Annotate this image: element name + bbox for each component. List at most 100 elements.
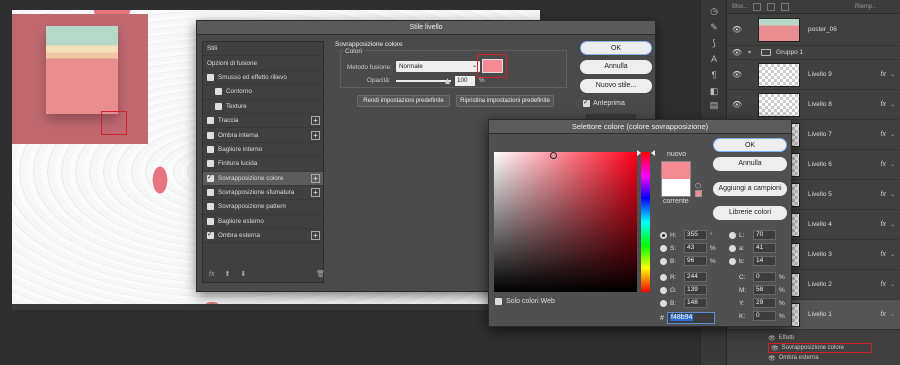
- color-field-input[interactable]: 43: [684, 243, 707, 253]
- layer-name[interactable]: Livello 4: [808, 221, 881, 228]
- chevron-down-icon[interactable]: ⌄: [890, 251, 895, 258]
- radio-button[interactable]: [660, 257, 667, 265]
- fx-icon[interactable]: fx: [881, 281, 886, 288]
- color-cursor[interactable]: [550, 152, 557, 159]
- chevron-down-icon[interactable]: ⌄: [890, 191, 895, 198]
- add-icon[interactable]: +: [311, 116, 320, 126]
- color-field-input[interactable]: 355: [684, 230, 707, 240]
- chevron-down-icon[interactable]: ⌄: [890, 281, 895, 288]
- style-item[interactable]: Opzioni di fusione: [203, 56, 323, 71]
- web-safe-swatch[interactable]: [695, 190, 702, 197]
- hue-slider[interactable]: [641, 152, 650, 292]
- checkbox-icon[interactable]: [495, 298, 502, 305]
- add-icon[interactable]: +: [311, 188, 320, 198]
- color-field-input[interactable]: 139: [684, 285, 707, 295]
- style-item[interactable]: Smusso ed effetto rilievo: [203, 71, 323, 86]
- saturation-brightness-field[interactable]: [494, 152, 637, 292]
- eye-icon[interactable]: 👁: [728, 48, 746, 57]
- checkbox-icon[interactable]: [207, 73, 214, 81]
- eye-icon[interactable]: 👁: [728, 100, 746, 109]
- hue-slider-handle-right[interactable]: [651, 150, 655, 156]
- radio-button[interactable]: [729, 257, 736, 265]
- style-item[interactable]: Bagliore esterno: [203, 215, 323, 230]
- layer-row[interactable]: 👁 poster_06: [728, 14, 900, 46]
- checkbox-icon[interactable]: [207, 189, 214, 197]
- fx-icon[interactable]: fx: [881, 251, 886, 258]
- radio-button[interactable]: [660, 231, 667, 239]
- add-to-swatches-button[interactable]: Aggiungi a campioni: [713, 182, 787, 196]
- layer-thumbnail[interactable]: [758, 92, 800, 117]
- color-field-input[interactable]: 14: [753, 256, 776, 266]
- layer-name[interactable]: Livello 1: [808, 311, 881, 318]
- lock-pixels-icon[interactable]: [753, 2, 762, 11]
- color-field-input[interactable]: 70: [753, 230, 776, 240]
- chevron-down-icon[interactable]: ⌄: [890, 161, 895, 168]
- fx-icon[interactable]: fx: [881, 71, 886, 78]
- radio-button[interactable]: [660, 286, 667, 294]
- preview-checkbox[interactable]: Anteprima: [583, 98, 625, 107]
- layer-name[interactable]: Livello 3: [808, 251, 881, 258]
- layer-name[interactable]: Livello 5: [808, 191, 881, 198]
- ok-button[interactable]: OK: [713, 138, 787, 152]
- history-icon[interactable]: ◷: [709, 6, 719, 16]
- layer-group-row[interactable]: 👁 ▾ Gruppo 1: [728, 46, 900, 60]
- radio-button[interactable]: [729, 244, 736, 252]
- checkbox-icon[interactable]: [207, 117, 214, 125]
- arrow-up-icon[interactable]: ⬆: [224, 270, 230, 278]
- current-color-swatch[interactable]: [661, 179, 691, 197]
- eye-icon[interactable]: 👁: [728, 70, 746, 79]
- checkbox-icon[interactable]: [583, 98, 590, 107]
- reset-default-button[interactable]: Ripristina impostazioni predefinite: [456, 95, 554, 107]
- style-item[interactable]: Bagliore interno: [203, 143, 323, 158]
- color-field-input[interactable]: 58: [753, 285, 776, 295]
- radio-button[interactable]: [729, 231, 736, 239]
- color-field-input[interactable]: 29: [753, 298, 776, 308]
- glyphs-icon[interactable]: ◧: [709, 86, 719, 96]
- checkbox-icon[interactable]: [215, 102, 222, 110]
- fx-icon[interactable]: fx: [881, 101, 886, 108]
- color-field-input[interactable]: 0: [753, 272, 776, 282]
- fx-icon[interactable]: fx: [209, 271, 214, 278]
- paragraph-icon[interactable]: ¶: [709, 70, 719, 80]
- eye-icon[interactable]: 👁: [768, 355, 776, 362]
- radio-button[interactable]: [660, 299, 667, 307]
- style-item[interactable]: Ombra esterna +: [203, 229, 323, 244]
- layer-name[interactable]: poster_06: [808, 26, 900, 33]
- color-field-input[interactable]: 148: [684, 298, 707, 308]
- trash-icon[interactable]: 🗑: [316, 270, 325, 278]
- fx-icon[interactable]: fx: [881, 131, 886, 138]
- dialog-title[interactable]: Selettore colore (colore sovrapposizione…: [489, 120, 791, 134]
- layer-name[interactable]: Livello 7: [808, 131, 881, 138]
- style-item[interactable]: Sovrapposizione sfumatura +: [203, 186, 323, 201]
- color-field-input[interactable]: 96: [684, 256, 707, 266]
- chevron-down-icon[interactable]: ⌄: [890, 101, 895, 108]
- eye-icon[interactable]: 👁: [768, 335, 776, 342]
- style-item[interactable]: Sovrapposizione pattern: [203, 200, 323, 215]
- layer-name[interactable]: Livello 9: [808, 71, 881, 78]
- chevron-down-icon[interactable]: ⌄: [890, 71, 895, 78]
- cancel-button[interactable]: Annulla: [580, 60, 652, 74]
- cancel-button[interactable]: Annulla: [713, 157, 787, 171]
- color-field-input[interactable]: 41: [753, 243, 776, 253]
- layer-name[interactable]: Livello 2: [808, 281, 881, 288]
- style-item[interactable]: Finitura lucida: [203, 157, 323, 172]
- effect-color-overlay[interactable]: 👁 Sovrapposizione colore: [768, 343, 872, 353]
- checkbox-icon[interactable]: [207, 160, 214, 168]
- opacity-slider[interactable]: [396, 80, 451, 82]
- eye-icon[interactable]: 👁: [728, 25, 746, 34]
- color-field-input[interactable]: 0: [753, 311, 776, 321]
- chevron-down-icon[interactable]: ⌄: [890, 311, 895, 318]
- lock-all-icon[interactable]: [781, 2, 790, 11]
- fx-icon[interactable]: fx: [881, 191, 886, 198]
- hue-slider-handle-left[interactable]: [637, 150, 641, 156]
- effect-drop-shadow[interactable]: 👁 Ombra esterna: [768, 353, 900, 363]
- checkbox-icon[interactable]: [207, 173, 214, 182]
- layer-row[interactable]: 👁 Livello 9 fx ⌄: [728, 60, 900, 90]
- blend-mode-select[interactable]: Normale ⌄: [396, 61, 480, 72]
- style-item[interactable]: Texture: [203, 100, 323, 114]
- arrow-down-icon[interactable]: ⬇: [240, 270, 246, 278]
- add-icon[interactable]: +: [311, 130, 320, 140]
- chevron-down-icon[interactable]: ⌄: [890, 131, 895, 138]
- add-icon[interactable]: +: [311, 231, 320, 241]
- color-field-input[interactable]: 244: [684, 272, 707, 282]
